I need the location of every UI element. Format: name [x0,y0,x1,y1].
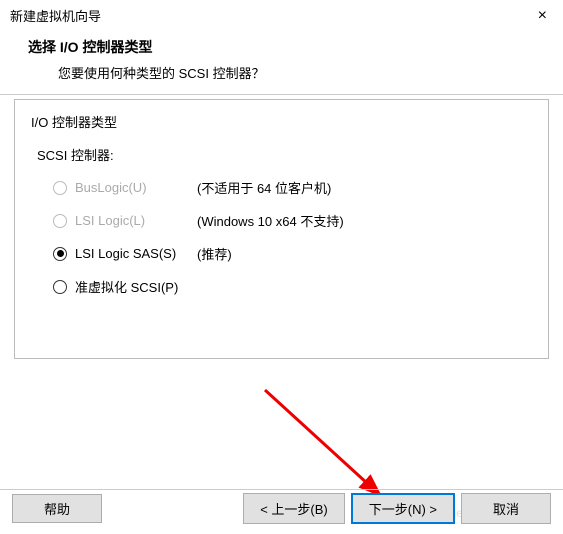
content-panel: I/O 控制器类型 SCSI 控制器: BusLogic(U) (不适用于 64… [14,99,549,359]
window-title: 新建虚拟机向导 [10,6,101,25]
radio-icon [53,214,67,228]
back-button[interactable]: < 上一步(B) [243,493,345,524]
radio-note: (推荐) [197,244,232,263]
radio-note: (Windows 10 x64 不支持) [197,211,344,230]
radio-icon [53,247,67,261]
radio-option-lsilogic: LSI Logic(L) (Windows 10 x64 不支持) [31,211,532,230]
io-controller-type-label: I/O 控制器类型 [31,112,532,131]
radio-label: BusLogic(U) [75,180,185,195]
radio-label: 准虚拟化 SCSI(P) [75,277,185,296]
page-title: 选择 I/O 控制器类型 [28,37,543,57]
radio-icon [53,181,67,195]
wizard-header: 选择 I/O 控制器类型 您要使用何种类型的 SCSI 控制器？ [0,29,563,94]
radio-label: LSI Logic SAS(S) [75,246,185,261]
next-button[interactable]: 下一步(N) > [351,493,455,524]
header-divider [0,94,563,95]
help-button[interactable]: 帮助 [12,494,102,523]
radio-option-buslogic: BusLogic(U) (不适用于 64 位客户机) [31,178,532,197]
radio-option-lsilogic-sas[interactable]: LSI Logic SAS(S) (推荐) [31,244,532,263]
radio-icon [53,280,67,294]
close-icon[interactable]: × [532,7,553,25]
radio-note: (不适用于 64 位客户机) [197,178,331,197]
radio-option-paravirtual[interactable]: 准虚拟化 SCSI(P) [31,277,532,296]
wizard-nav-buttons: < 上一步(B) 下一步(N) > 取消 [243,493,551,524]
footer-buttons: 帮助 < 上一步(B) 下一步(N) > 取消 [0,493,563,524]
titlebar: 新建虚拟机向导 × [0,0,563,29]
scsi-controller-label: SCSI 控制器: [31,145,532,164]
cancel-button[interactable]: 取消 [461,493,551,524]
page-subtitle: 您要使用何种类型的 SCSI 控制器？ [28,63,543,82]
footer-divider [0,489,563,490]
radio-label: LSI Logic(L) [75,213,185,228]
